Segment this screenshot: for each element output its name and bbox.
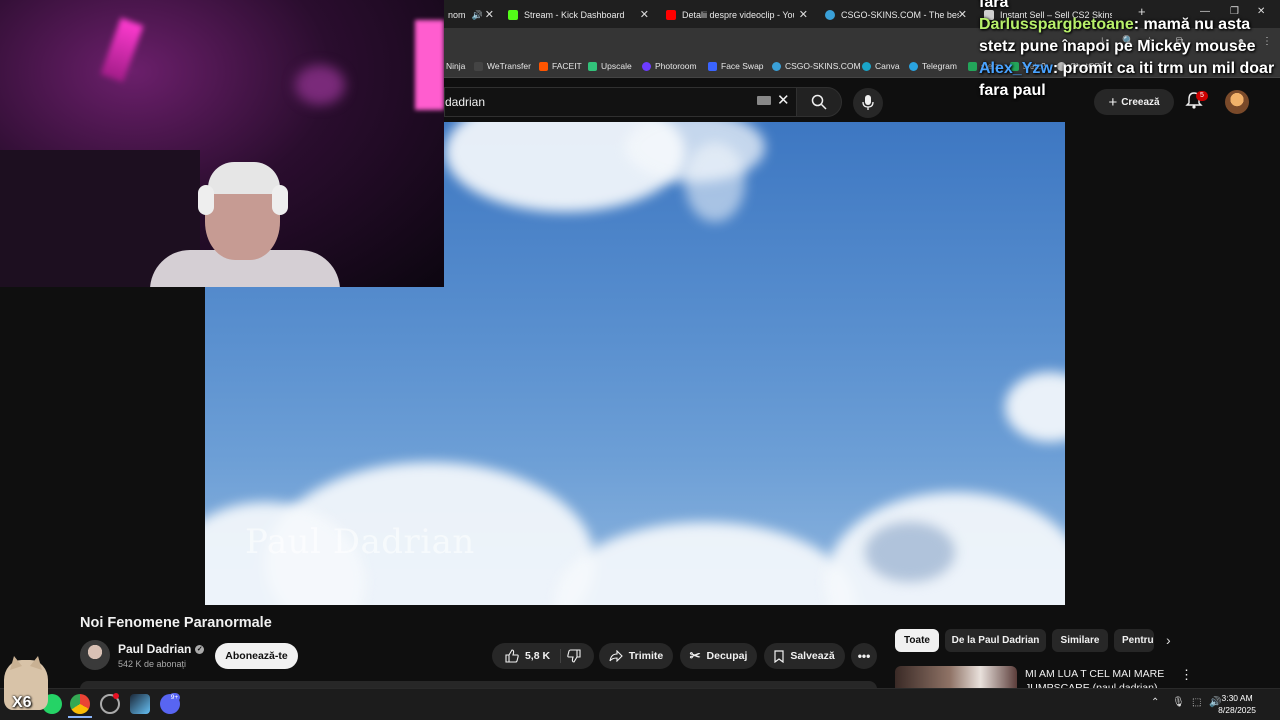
multiplier-label: X6 (12, 694, 32, 711)
youtube-icon (666, 10, 676, 20)
bookmark-faceit[interactable]: FACEIT (539, 61, 582, 71)
channel-avatar[interactable] (80, 640, 110, 670)
chip-all[interactable]: Toate (895, 629, 939, 652)
search-icon (811, 94, 827, 110)
bookmark-photoroom[interactable]: Photoroom (642, 61, 697, 71)
network-icon[interactable]: ⬚ (1192, 697, 1201, 708)
more-horizontal-icon: ••• (857, 649, 871, 663)
share-icon (609, 650, 623, 662)
share-button[interactable]: Trimite (599, 643, 673, 669)
clip-button[interactable]: ✂ Decupaj (680, 643, 757, 669)
bookmark-face-swap[interactable]: Face Swap (708, 61, 764, 71)
face-swap-icon (708, 61, 717, 71)
canva-icon (862, 61, 871, 71)
chip-related[interactable]: Similare (1052, 629, 1108, 652)
bookmark-csgo-skins[interactable]: CSGO-SKINS.COM (772, 61, 861, 71)
subscribe-button[interactable]: Abonează-te (215, 643, 298, 669)
upscale-icon (588, 61, 597, 71)
chat-username: Alex_Yzw (979, 60, 1053, 77)
sheets-icon (968, 61, 977, 71)
faceit-icon (539, 61, 548, 71)
scissors-icon: ✂ (689, 648, 701, 663)
chat-message: Alex_Yzw: promit ca iti trm un mil doar … (979, 60, 1275, 99)
close-icon[interactable]: ✕ (958, 8, 967, 21)
more-vertical-icon[interactable]: ⋮ (1180, 667, 1193, 683)
bookmark-canva[interactable]: Canva (862, 61, 900, 71)
clock-time: 3:30 AM (1221, 693, 1253, 703)
tab-current[interactable]: nom 🔊 ✕ (440, 4, 500, 26)
tab-current-title: nom (448, 10, 466, 20)
photoroom-icon (642, 61, 651, 71)
system-clock[interactable]: 3:30 AM 8/28/2025 (1218, 692, 1256, 716)
more-actions-button[interactable]: ••• (851, 643, 877, 669)
bookmark-upscale[interactable]: Upscale (588, 61, 632, 71)
steam-icon[interactable] (130, 694, 150, 714)
chat-message: fara (979, 0, 1009, 11)
kick-icon (508, 10, 518, 20)
tab-csgo-skins[interactable]: CSGO-SKINS.COM - The best C ✕ (817, 4, 973, 26)
keyboard-icon[interactable] (757, 96, 771, 105)
chip-from-channel[interactable]: De la Paul Dadrian (945, 629, 1046, 652)
telegram-icon (909, 61, 918, 71)
csgo-skins-icon (772, 61, 781, 71)
microphone-icon (862, 95, 874, 110)
notification-dot (113, 693, 119, 699)
webcam-overlay (0, 0, 444, 287)
save-button[interactable]: Salvează (764, 643, 845, 669)
chevron-up-icon[interactable]: ⌃ (1151, 697, 1159, 708)
wetransfer-icon (474, 61, 483, 71)
voice-search-button[interactable] (853, 88, 883, 118)
chat-message: Darlusspargbetoane: mamă nu asta stetz p… (979, 16, 1256, 55)
stream-chat-overlay: fara Darlusspargbetoane: mamă nu asta st… (979, 0, 1279, 102)
close-icon[interactable]: ✕ (799, 8, 808, 21)
thumbs-up-icon (505, 649, 519, 663)
chrome-icon[interactable] (70, 694, 90, 714)
cat-ears-icon (10, 656, 42, 670)
search-input[interactable]: dadrian ✕ (444, 87, 796, 117)
tab-kick[interactable]: Stream - Kick Dashboard ✕ (500, 4, 655, 26)
chip-for-you[interactable]: Pentru (1114, 629, 1154, 652)
bookmark-icon (774, 649, 784, 663)
bookmark-ninja[interactable]: Ninja (446, 61, 465, 71)
close-icon[interactable]: ✕ (640, 8, 649, 21)
clock-date: 8/28/2025 (1218, 705, 1256, 715)
channel-name[interactable]: Paul Dadrian ✓ (118, 642, 205, 656)
subscriber-count: 542 K de abonați (118, 659, 187, 669)
chat-username: Darlusspargbetoane (979, 16, 1134, 33)
app-badge: 9+ (169, 693, 180, 702)
bookmark-telegram[interactable]: Telegram (909, 61, 957, 71)
tab-youtube-studio[interactable]: Detalii despre videoclip - YouTube ✕ (658, 4, 814, 26)
speaker-icon: 🔊 (471, 9, 483, 20)
chevron-right-icon[interactable]: › (1166, 632, 1171, 648)
search-button[interactable] (796, 87, 842, 117)
bookmark-wetransfer[interactable]: WeTransfer (474, 61, 531, 71)
thumbs-down-icon[interactable] (567, 649, 581, 663)
csgo-skins-icon (825, 10, 835, 20)
close-icon[interactable]: ✕ (485, 8, 494, 21)
search-input-value: dadrian (445, 95, 486, 109)
like-dislike-group: 5,8 K (492, 643, 594, 669)
tab-title: Detalii despre videoclip - YouTube (682, 10, 794, 20)
verified-icon: ✓ (195, 644, 205, 654)
video-title: Noi Fenomene Paranormale (80, 615, 272, 631)
clear-search-icon[interactable]: ✕ (777, 91, 790, 109)
tab-title: Stream - Kick Dashboard (524, 10, 625, 20)
active-app-indicator (68, 716, 92, 718)
microphone-icon[interactable]: 🎙 (1172, 697, 1185, 708)
windows-taskbar (0, 688, 1280, 720)
tab-title: CSGO-SKINS.COM - The best C (841, 10, 959, 20)
like-button[interactable]: 5,8 K (505, 649, 562, 663)
video-watermark: Paul Dadrian (245, 522, 475, 562)
